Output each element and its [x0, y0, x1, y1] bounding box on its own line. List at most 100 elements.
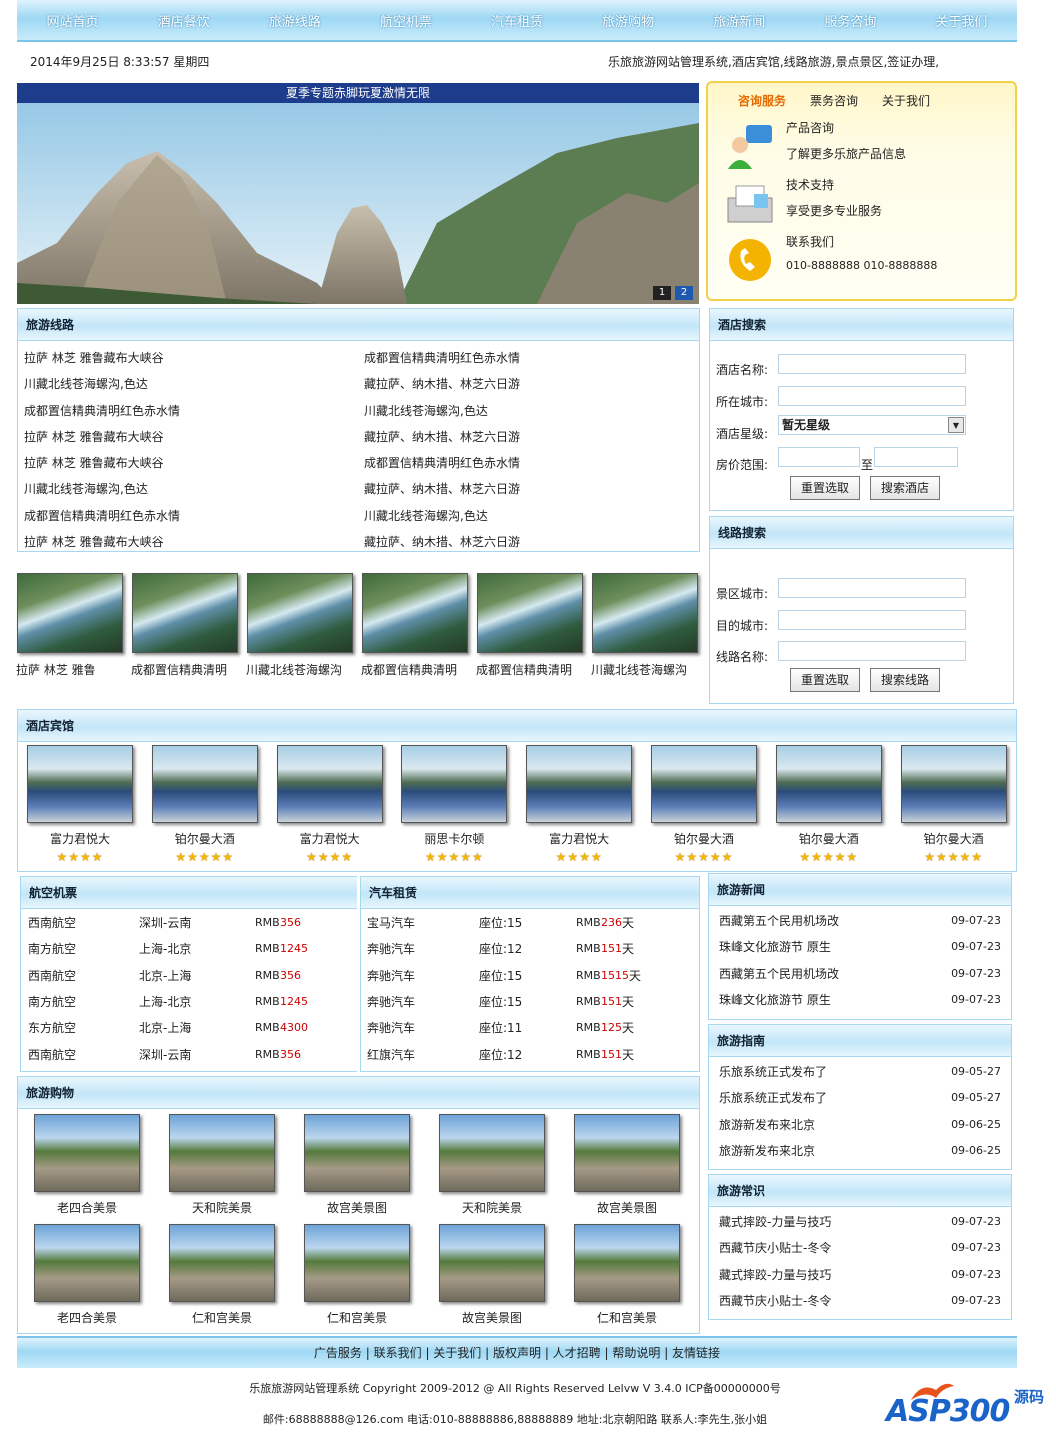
route-link[interactable]: 藏拉萨、纳木措、林芝六日游: [364, 424, 694, 450]
hotel-name[interactable]: 富力君悦大: [273, 830, 387, 847]
hotel-thumbnail[interactable]: [526, 745, 633, 823]
flight-airline[interactable]: 西南航空: [28, 910, 76, 936]
guide-item[interactable]: 旅游新发布来北京 09-06-25: [719, 1112, 1001, 1138]
consult-product-title[interactable]: 产品咨询: [786, 119, 834, 136]
shopping-thumbnail[interactable]: [439, 1114, 545, 1192]
guide-item-title[interactable]: 乐旅系统正式发布了: [719, 1065, 827, 1079]
scenic-thumbnail[interactable]: [247, 573, 353, 653]
footer-link[interactable]: 帮助说明: [612, 1346, 660, 1360]
route-link[interactable]: 藏拉萨、纳木措、林芝六日游: [364, 476, 694, 502]
footer-link[interactable]: 关于我们: [433, 1346, 481, 1360]
shopping-caption[interactable]: 天和院美景: [435, 1199, 549, 1216]
nav-item-1[interactable]: 酒店餐饮: [158, 11, 210, 30]
car-name[interactable]: 奔驰汽车: [367, 963, 415, 989]
route-link[interactable]: 成都置信精典清明红色赤水情: [24, 398, 364, 424]
car-name[interactable]: 奔驰汽车: [367, 936, 415, 962]
scenic-caption[interactable]: 成都置信精典清明: [361, 661, 473, 678]
shopping-thumbnail[interactable]: [169, 1114, 275, 1192]
shopping-thumbnail[interactable]: [169, 1224, 275, 1302]
banner-slideshow[interactable]: 夏季专题赤脚玩夏激情无限 1 2: [17, 83, 699, 304]
scenic-thumbnail[interactable]: [132, 573, 238, 653]
hotel-name[interactable]: 铂尔曼大酒: [148, 830, 262, 847]
hotel-thumbnail[interactable]: [276, 745, 383, 823]
news-item[interactable]: 西藏第五个民用机场改 09-07-23: [719, 908, 1001, 934]
news-item-title[interactable]: 珠峰文化旅游节 原生: [719, 993, 831, 1007]
hotel-thumbnail[interactable]: [775, 745, 882, 823]
scenic-caption[interactable]: 成都置信精典清明: [131, 661, 243, 678]
scenic-caption[interactable]: 成都置信精典清明: [476, 661, 588, 678]
hotel-thumbnail[interactable]: [151, 745, 258, 823]
nav-item-8[interactable]: 关于我们: [935, 11, 987, 30]
scenic-caption[interactable]: 川藏北线苍海螺沟: [246, 661, 358, 678]
shopping-thumbnail[interactable]: [574, 1114, 680, 1192]
hotel-search-button[interactable]: 搜索酒店: [870, 476, 940, 500]
footer-link[interactable]: 广告服务: [314, 1346, 362, 1360]
shopping-thumbnail[interactable]: [574, 1224, 680, 1302]
hotel-thumbnail[interactable]: [900, 745, 1007, 823]
route-link[interactable]: 川藏北线苍海螺沟,色达: [24, 476, 364, 502]
shopping-thumbnail[interactable]: [304, 1224, 410, 1302]
car-name[interactable]: 红旗汽车: [367, 1042, 415, 1068]
shopping-caption[interactable]: 仁和宫美景: [570, 1309, 684, 1326]
banner-page-2[interactable]: 2: [675, 286, 693, 300]
tips-item[interactable]: 西藏节庆小贴士-冬令 09-07-23: [719, 1235, 1001, 1261]
hotel-name[interactable]: 富力君悦大: [522, 830, 636, 847]
route-link[interactable]: 成都置信精典清明红色赤水情: [24, 503, 364, 529]
scenic-city-input[interactable]: [778, 578, 966, 598]
route-link[interactable]: 川藏北线苍海螺沟,色达: [364, 398, 694, 424]
tab-ticket-consult[interactable]: 票务咨询: [810, 92, 868, 113]
route-name-input[interactable]: [778, 641, 966, 661]
hotel-name[interactable]: 铂尔曼大酒: [772, 830, 886, 847]
nav-item-5[interactable]: 旅游购物: [602, 11, 654, 30]
price-min-input[interactable]: [778, 447, 860, 467]
shopping-caption[interactable]: 天和院美景: [165, 1199, 279, 1216]
hotel-name[interactable]: 铂尔曼大酒: [897, 830, 1011, 847]
shopping-thumbnail[interactable]: [304, 1114, 410, 1192]
flight-airline[interactable]: 西南航空: [28, 963, 76, 989]
route-link[interactable]: 拉萨 林芝 雅鲁藏布大峡谷: [24, 345, 364, 371]
news-item-title[interactable]: 西藏第五个民用机场改: [719, 967, 839, 981]
hotel-reset-button[interactable]: 重置选取: [790, 476, 860, 500]
car-name[interactable]: 奔驰汽车: [367, 1015, 415, 1041]
hotel-thumbnail[interactable]: [651, 745, 757, 823]
tips-item-title[interactable]: 西藏节庆小贴士-冬令: [719, 1241, 831, 1255]
nav-item-7[interactable]: 服务咨询: [824, 11, 876, 30]
flight-airline[interactable]: 南方航空: [28, 936, 76, 962]
tips-item-title[interactable]: 西藏节庆小贴士-冬令: [719, 1294, 831, 1308]
news-item[interactable]: 西藏第五个民用机场改 09-07-23: [719, 961, 1001, 987]
guide-item-title[interactable]: 旅游新发布来北京: [719, 1118, 815, 1132]
nav-item-3[interactable]: 航空机票: [380, 11, 432, 30]
hotel-thumbnail[interactable]: [401, 745, 508, 823]
tips-item[interactable]: 西藏节庆小贴士-冬令 09-07-23: [719, 1288, 1001, 1314]
news-item[interactable]: 珠峰文化旅游节 原生 09-07-23: [719, 934, 1001, 960]
route-link[interactable]: 拉萨 林芝 雅鲁藏布大峡谷: [24, 529, 364, 555]
car-name[interactable]: 奔驰汽车: [367, 989, 415, 1015]
route-search-button[interactable]: 搜索线路: [870, 668, 940, 692]
shopping-caption[interactable]: 故宫美景图: [435, 1309, 549, 1326]
flight-airline[interactable]: 西南航空: [28, 1042, 76, 1068]
footer-link[interactable]: 人才招聘: [553, 1346, 601, 1360]
shopping-caption[interactable]: 老四合美景: [30, 1309, 144, 1326]
route-link[interactable]: 藏拉萨、纳木措、林芝六日游: [364, 371, 694, 397]
flight-airline[interactable]: 南方航空: [28, 989, 76, 1015]
route-reset-button[interactable]: 重置选取: [790, 668, 860, 692]
tips-item-title[interactable]: 藏式摔跤-力量与技巧: [719, 1268, 831, 1282]
hotel-thumbnail[interactable]: [27, 745, 133, 823]
scenic-thumbnail[interactable]: [477, 573, 583, 653]
footer-link[interactable]: 版权声明: [493, 1346, 541, 1360]
route-link[interactable]: 藏拉萨、纳木措、林芝六日游: [364, 529, 694, 555]
route-link[interactable]: 成都置信精典清明红色赤水情: [364, 450, 694, 476]
hotel-star-select[interactable]: 暂无星级 ▼: [778, 415, 966, 435]
tab-consult-service[interactable]: 咨询服务: [738, 92, 796, 113]
dest-city-input[interactable]: [778, 610, 966, 630]
shopping-caption[interactable]: 仁和宫美景: [165, 1309, 279, 1326]
nav-item-6[interactable]: 旅游新闻: [713, 11, 765, 30]
banner-page-1[interactable]: 1: [653, 286, 671, 300]
hotel-name-input[interactable]: [778, 354, 966, 374]
price-max-input[interactable]: [874, 447, 958, 467]
tips-item[interactable]: 藏式摔跤-力量与技巧 09-07-23: [719, 1262, 1001, 1288]
shopping-caption[interactable]: 故宫美景图: [570, 1199, 684, 1216]
shopping-caption[interactable]: 老四合美景: [30, 1199, 144, 1216]
scenic-thumbnail[interactable]: [592, 573, 698, 653]
hotel-city-input[interactable]: [778, 386, 966, 406]
